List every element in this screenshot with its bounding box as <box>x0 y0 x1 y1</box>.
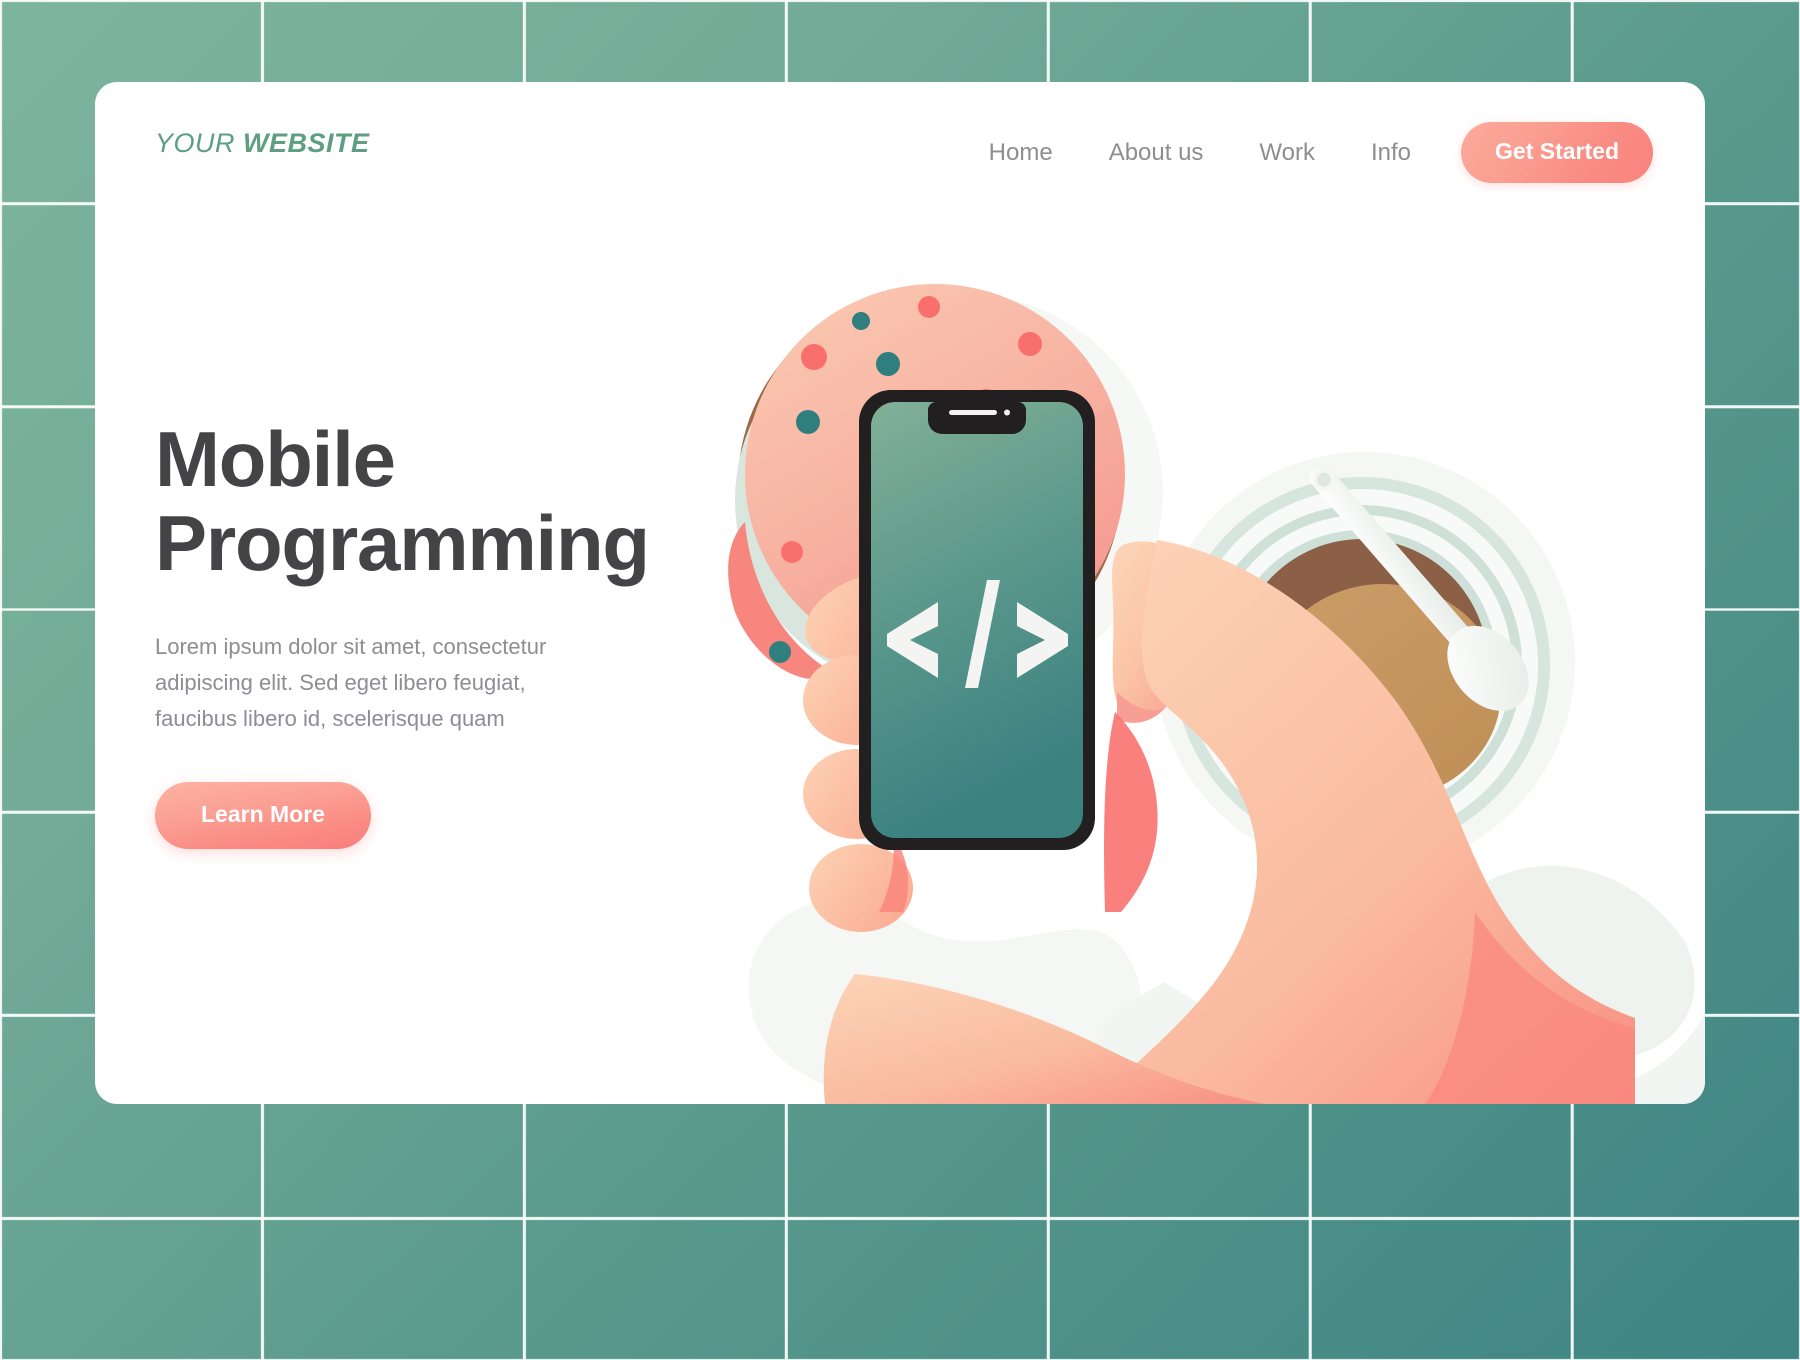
nav-link-work[interactable]: Work <box>1231 139 1343 167</box>
hero-paragraph: Lorem ipsum dolor sit amet, consectetur … <box>155 634 547 731</box>
smartphone-illustration <box>859 390 1095 850</box>
get-started-button[interactable]: Get Started <box>1461 122 1653 183</box>
logo-bold-word: WEBSITE <box>243 128 370 158</box>
hero-title-line-1: Mobile <box>155 415 396 503</box>
logo-light-word: YOUR <box>155 128 236 158</box>
landing-page-card: YOUR WEBSITE Home About us Work Info Get… <box>95 82 1705 1104</box>
hero-title-line-2: Programming <box>155 499 650 588</box>
nav-link-home[interactable]: Home <box>961 139 1081 167</box>
main-navigation: Home About us Work Info Get Started <box>961 122 1653 183</box>
learn-more-button[interactable]: Learn More <box>155 782 371 850</box>
nav-link-info[interactable]: Info <box>1343 139 1439 167</box>
site-logo[interactable]: YOUR WEBSITE <box>155 128 370 159</box>
site-header: YOUR WEBSITE Home About us Work Info Get… <box>95 82 1705 232</box>
nav-link-about-us[interactable]: About us <box>1081 139 1232 167</box>
hero-illustration <box>605 222 1705 1104</box>
